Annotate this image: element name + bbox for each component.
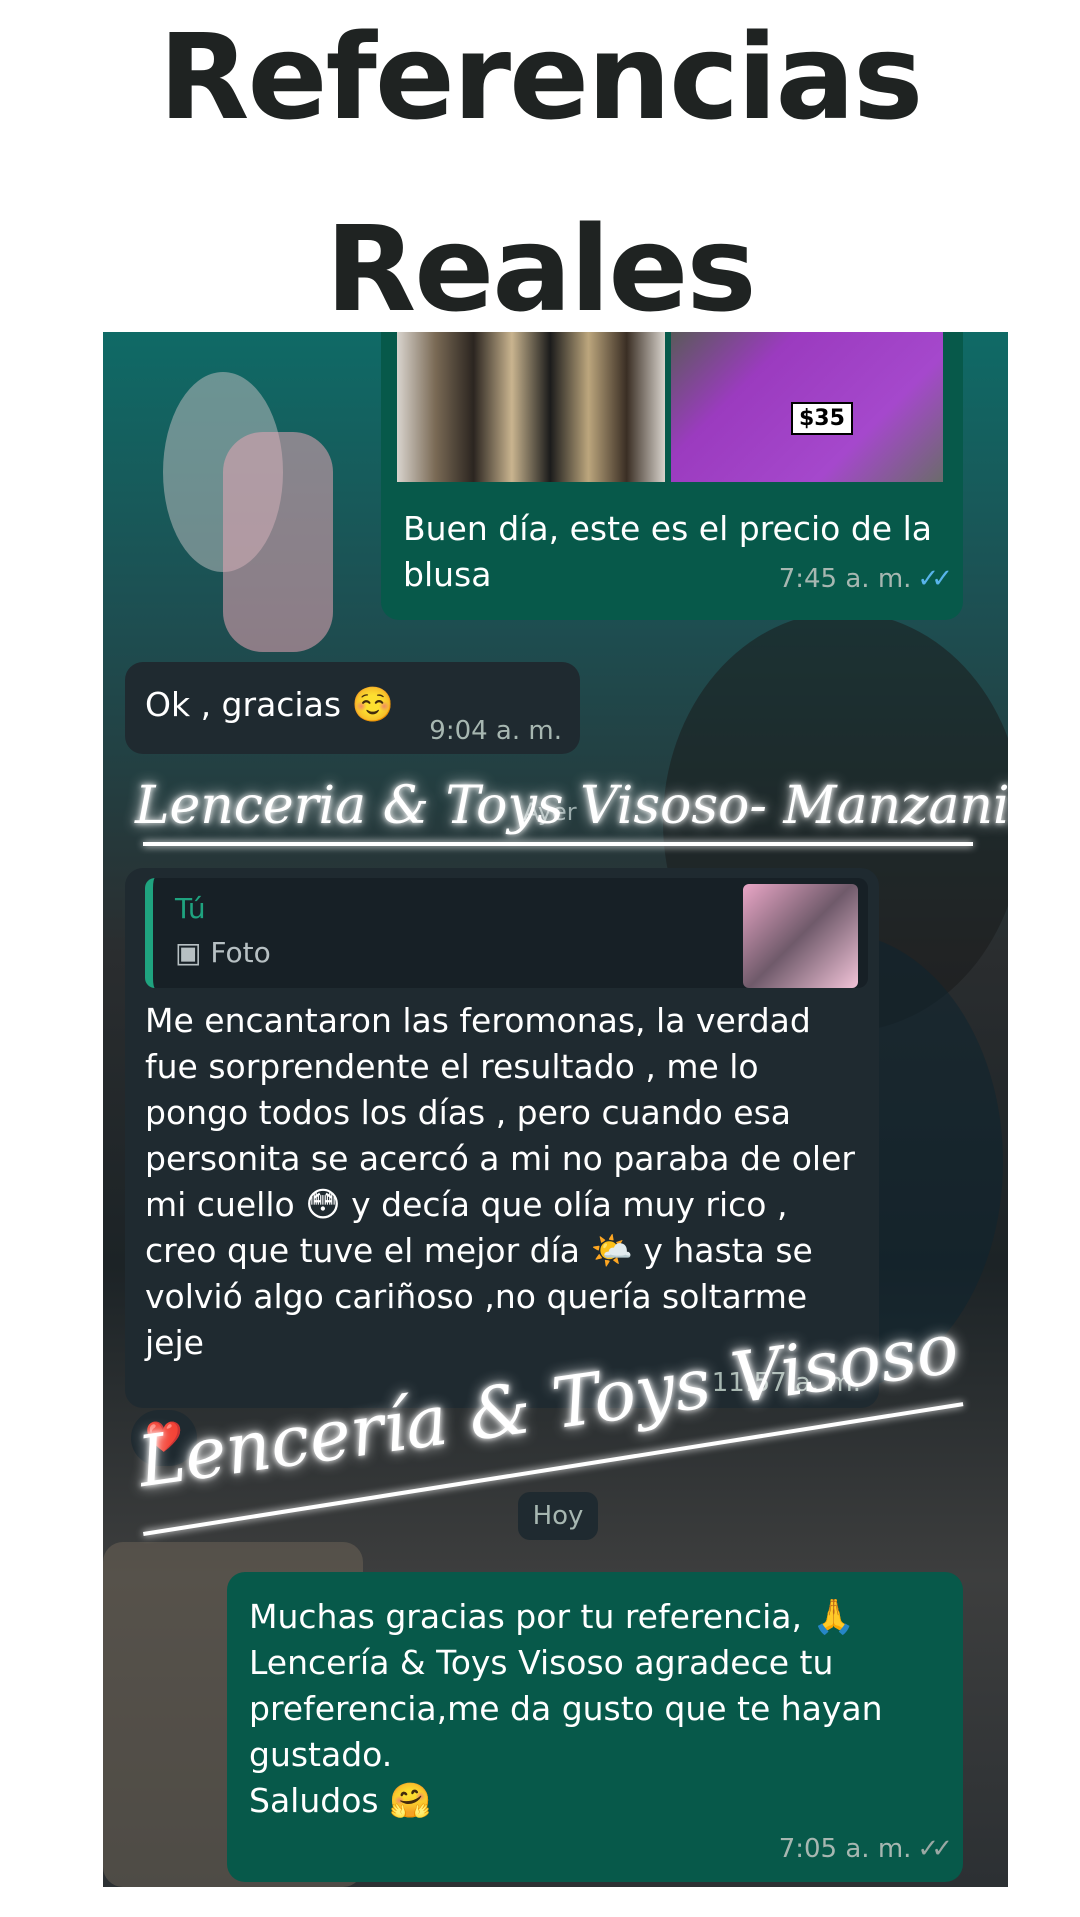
quoted-message[interactable]: Tú ▣ Foto bbox=[145, 878, 868, 988]
message-status: 7:45 a. m. ✓✓ bbox=[778, 564, 953, 594]
product-image-belts[interactable] bbox=[397, 332, 665, 482]
quote-type: Foto bbox=[210, 936, 271, 969]
smiling-emoji-icon: ☺️ bbox=[351, 685, 394, 725]
message-time: 9:04 a. m. bbox=[429, 716, 562, 746]
photo-icon: ▣ bbox=[175, 936, 202, 969]
outgoing-message-thanks[interactable]: Muchas gracias por tu referencia, 🙏 Lenc… bbox=[227, 1572, 963, 1882]
message-text: Saludos bbox=[249, 1781, 379, 1820]
chat-screenshot: $35 Buen día, este es el precio de la bl… bbox=[103, 332, 1008, 1887]
praying-hands-emoji-icon: 🙏 bbox=[812, 1597, 855, 1637]
delivered-ticks-icon: ✓✓ bbox=[917, 1834, 952, 1864]
message-body: Muchas gracias por tu referencia, 🙏 Lenc… bbox=[249, 1594, 939, 1824]
message-status: 7:05 a. m. ✓✓ bbox=[778, 1834, 953, 1864]
page-title-line2: Reales bbox=[325, 200, 756, 338]
quoted-photo-thumbnail[interactable] bbox=[743, 884, 858, 988]
date-divider-today: Hoy bbox=[518, 1492, 598, 1540]
watermark-underline bbox=[143, 842, 973, 846]
outgoing-message-product[interactable]: $35 Buen día, este es el precio de la bl… bbox=[381, 332, 963, 620]
background-photo bbox=[223, 432, 333, 652]
product-image-blouse[interactable]: $35 bbox=[671, 332, 943, 482]
message-time: 7:05 a. m. bbox=[778, 1834, 912, 1864]
flushed-emoji-icon: 😳 bbox=[305, 1185, 341, 1225]
message-body: Me encantaron las feromonas, la verdad f… bbox=[145, 998, 855, 1366]
sun-cloud-emoji-icon: 🌤️ bbox=[590, 1231, 633, 1271]
incoming-message-testimonial[interactable]: Tú ▣ Foto Me encantaron las feromonas, l… bbox=[125, 868, 879, 1408]
watermark-brand-manzanillo: Lenceria & Toys Visoso- Manzanillo bbox=[135, 776, 1008, 836]
message-time: 7:45 a. m. bbox=[778, 564, 912, 594]
page-title-line1: Referencias bbox=[158, 8, 924, 146]
read-ticks-icon: ✓✓ bbox=[917, 564, 952, 594]
price-tag: $35 bbox=[791, 402, 853, 435]
incoming-message-ok[interactable]: Ok , gracias ☺️ 9:04 a. m. bbox=[125, 662, 580, 754]
hugging-emoji-icon: 🤗 bbox=[389, 1781, 432, 1821]
message-text: Ok , gracias bbox=[145, 685, 342, 724]
quote-author: Tú bbox=[175, 892, 206, 925]
message-text: Lencería & Toys Visoso agradece tu prefe… bbox=[249, 1643, 883, 1774]
message-text: Muchas gracias por tu referencia, bbox=[249, 1597, 802, 1636]
